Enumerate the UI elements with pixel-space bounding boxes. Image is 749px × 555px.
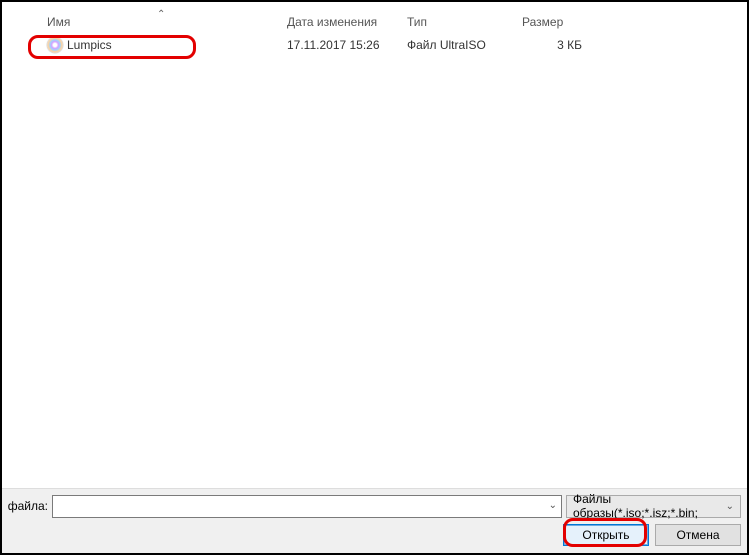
columns-header: Имя ⌃ Дата изменения Тип Размер [27,2,742,34]
buttons-row: Открыть Отмена [2,519,747,551]
column-header-name-label: Имя [47,15,70,29]
open-button[interactable]: Открыть [563,524,649,546]
column-header-size[interactable]: Размер [522,15,592,29]
column-header-name[interactable]: Имя ⌃ [27,15,287,29]
column-header-type[interactable]: Тип [407,15,522,29]
filetype-select[interactable]: Файлы образы(*.iso;*.isz;*.bin; ⌄ [566,495,741,518]
bottom-bar: файла: ⌄ Файлы образы(*.iso;*.isz;*.bin;… [2,488,747,553]
disc-icon [47,37,63,53]
file-name: Lumpics [67,38,112,52]
filename-row: файла: ⌄ Файлы образы(*.iso;*.isz;*.bin;… [2,489,747,519]
file-row[interactable]: Lumpics 17.11.2017 15:26 Файл UltraISO 3… [27,34,742,56]
filename-label: файла: [2,499,52,513]
open-button-label: Открыть [582,528,629,542]
column-header-date[interactable]: Дата изменения [287,15,407,29]
chevron-down-icon: ⌄ [726,501,734,512]
file-size: 3 КБ [522,38,592,52]
sort-ascending-icon: ⌃ [157,9,165,20]
chevron-down-icon[interactable]: ⌄ [549,500,557,511]
cancel-button-label: Отмена [676,528,719,542]
file-date: 17.11.2017 15:26 [287,38,407,52]
file-list-area: Имя ⌃ Дата изменения Тип Размер Lumpics … [27,2,742,488]
cancel-button[interactable]: Отмена [655,524,741,546]
filename-input[interactable]: ⌄ [52,495,562,518]
filetype-select-label: Файлы образы(*.iso;*.isz;*.bin; [573,492,726,520]
file-type: Файл UltraISO [407,38,522,52]
